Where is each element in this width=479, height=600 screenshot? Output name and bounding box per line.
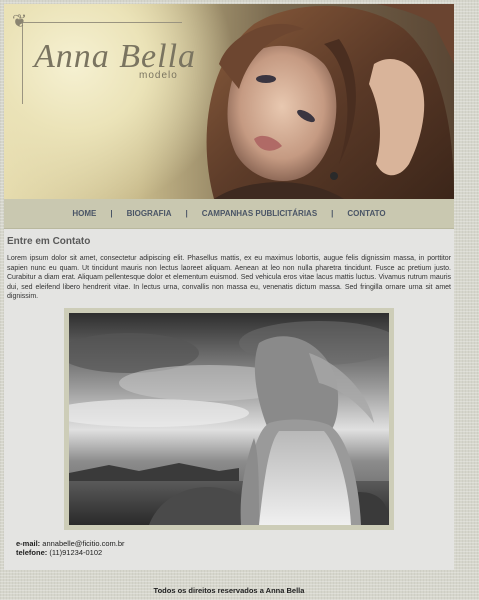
nav-separator: |	[110, 209, 113, 218]
footer-text: Todos os direitos reservados a Anna Bell…	[153, 586, 305, 595]
contact-photo	[69, 313, 389, 525]
nav-separator: |	[185, 209, 188, 218]
fleur-icon: ❦	[12, 11, 28, 31]
email-label: e-mail:	[16, 539, 41, 548]
logo-rule-vertical	[22, 22, 23, 104]
body-text: Lorem ipsum dolor sit amet, consectetur …	[7, 255, 451, 301]
logo-rule-horizontal	[22, 22, 182, 23]
page-container: ❦ Anna Bella modelo HOME | BIOGRAFIA | C…	[4, 4, 454, 595]
phone-value: (11)91234-0102	[49, 548, 103, 557]
email-value[interactable]: annabelle@ficitio.com.br	[42, 539, 124, 548]
brand-subtitle: modelo	[139, 70, 178, 81]
contact-info: e-mail: annabelle@ficitio.com.br telefon…	[16, 539, 125, 557]
contact-photo-frame	[64, 308, 394, 530]
seaside-photo-image	[69, 313, 389, 525]
nav-item-biografia[interactable]: BIOGRAFIA	[125, 209, 174, 218]
page-title: Entre em Contato	[7, 236, 91, 247]
model-portrait-image	[206, 4, 454, 199]
nav-item-home[interactable]: HOME	[70, 209, 98, 218]
nav-item-campanhas[interactable]: CAMPANHAS PUBLICITÁRIAS	[200, 209, 319, 218]
nav-separator: |	[331, 209, 334, 218]
contact-email-row: e-mail: annabelle@ficitio.com.br	[16, 539, 125, 548]
header-banner: ❦ Anna Bella modelo	[4, 4, 454, 199]
main-navigation: HOME | BIOGRAFIA | CAMPANHAS PUBLICITÁRI…	[4, 199, 454, 229]
contact-phone-row: telefone: (11)91234-0102	[16, 548, 125, 557]
phone-label: telefone:	[16, 548, 48, 557]
nav-item-contato[interactable]: CONTATO	[345, 209, 387, 218]
